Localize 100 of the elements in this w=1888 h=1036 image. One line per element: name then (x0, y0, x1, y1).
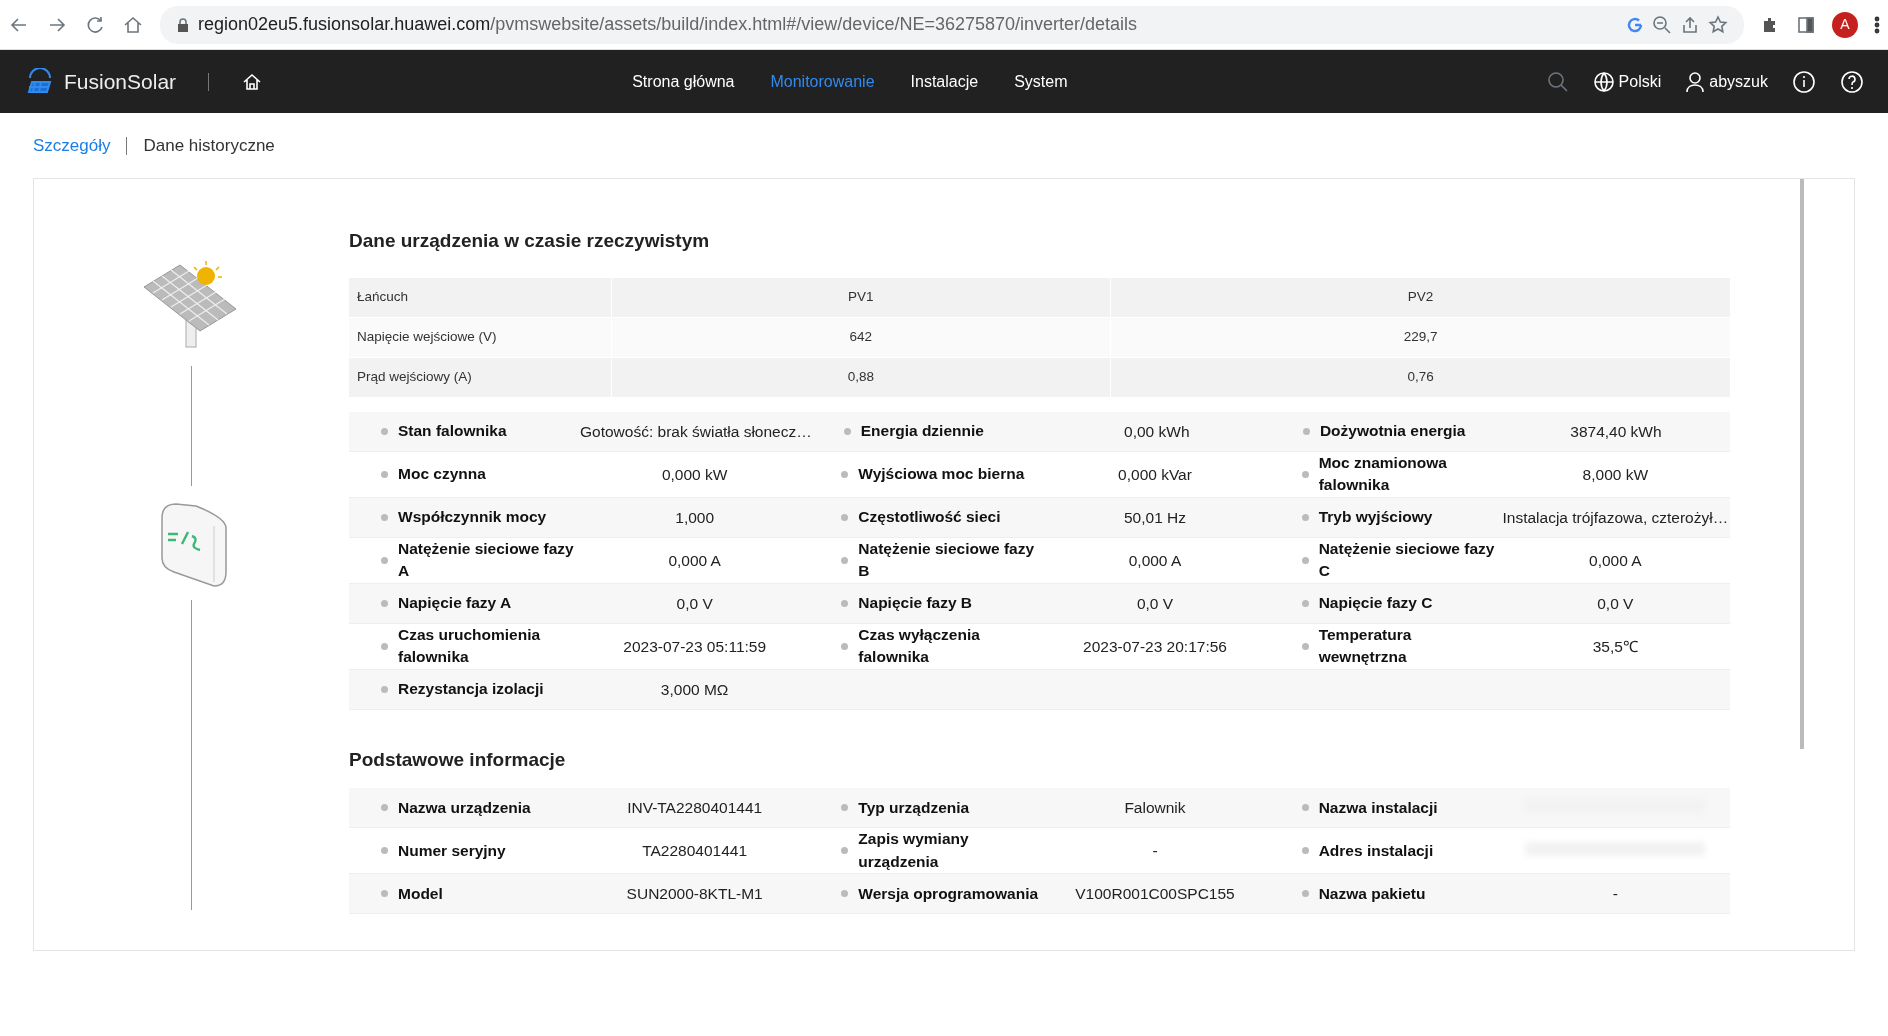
bullet-icon (381, 470, 388, 478)
more-icon[interactable] (1874, 14, 1880, 35)
bullet-icon (381, 513, 388, 521)
bullet-icon (381, 599, 388, 607)
profile-avatar[interactable]: A (1832, 11, 1858, 38)
tab[interactable]: Szczegóły (33, 132, 111, 159)
field-label: Wersja oprogramowania (858, 883, 1040, 904)
field-value: - (1151, 841, 1159, 862)
scrollbar[interactable] (1800, 179, 1804, 749)
bullet-icon (381, 642, 388, 650)
field-label: Natężenie sieciowe fazy A (398, 538, 575, 582)
info-icon[interactable] (1792, 69, 1816, 94)
field-value: INV-TA2280401441 (626, 798, 764, 819)
field-value: TA2280401441 (641, 841, 749, 862)
bullet-icon (843, 428, 851, 435)
table-cell: 229,7 (1110, 317, 1730, 358)
bullet-icon (841, 556, 849, 564)
field-value: Instalacja trójfazowa, czterożył… (1501, 507, 1730, 528)
nav-link[interactable]: System (1000, 69, 1082, 94)
search-icon[interactable] (1546, 70, 1569, 93)
field-label: Częstotliwość sieci (858, 507, 1002, 528)
field-label: Adres instalacji (1318, 840, 1435, 861)
bullet-icon (841, 847, 849, 855)
field-label: Czas uruchomienia falownika (398, 624, 542, 668)
bullet-icon (1301, 599, 1309, 607)
field-value: 0,000 A (667, 550, 722, 571)
bullet-icon (381, 890, 388, 898)
field-label: Zapis wymiany urządzenia (858, 829, 970, 872)
bullet-icon (841, 642, 849, 650)
bullet-icon (1301, 513, 1309, 521)
field-label: Temperatura wewnętrzna (1318, 624, 1413, 668)
field-value: 0,000 A (1588, 550, 1643, 571)
bullet-icon (1302, 428, 1310, 435)
field-label: Rezystancja izolacji (398, 679, 545, 700)
bullet-icon (381, 556, 388, 564)
field-label: Model (398, 883, 444, 904)
bullet-icon (841, 513, 849, 521)
field-label: Dożywotnia energia (1319, 421, 1467, 442)
field-value: Falownik (1123, 798, 1187, 819)
bullet-icon (381, 685, 388, 693)
field-label: Nazwa instalacji (1318, 797, 1439, 818)
bullet-icon (1301, 847, 1309, 855)
sidebar-icon[interactable] (1796, 14, 1816, 35)
table-header-cell: PV2 (1110, 277, 1730, 318)
field-value: 0,0 V (1135, 593, 1175, 614)
table-cell: 642 (611, 317, 1111, 358)
table-cell: 0,88 (611, 357, 1111, 398)
table-header-cell: PV1 (611, 277, 1111, 318)
field-value: 0,000 A (1127, 550, 1183, 571)
help-icon[interactable] (1840, 69, 1864, 94)
nav-link[interactable]: Instalacje (896, 69, 993, 94)
field-value: SUN2000-8KTL-M1 (625, 884, 764, 905)
section-title: Podstawowe informacje (349, 747, 567, 772)
field-value: 3,000 MΩ (659, 679, 730, 700)
field-label: Czas wyłączenia falownika (858, 624, 981, 668)
field-label: Tryb wyjściowy (1318, 507, 1434, 528)
field-label: Nazwa pakietu (1318, 883, 1427, 904)
field-value: 1,000 (674, 507, 716, 528)
brand-name: FusionSolar (64, 68, 177, 95)
field-label: Moc czynna (398, 464, 487, 485)
field-label: Natężenie sieciowe fazy B (858, 538, 1036, 582)
field-value: 2023-07-23 20:17:56 (1082, 636, 1228, 657)
lock-icon (176, 16, 190, 33)
bullet-icon (841, 804, 849, 812)
field-value: 0,00 kWh (1123, 421, 1191, 442)
field-label: Nazwa urządzenia (398, 797, 532, 818)
bullet-icon (381, 804, 388, 812)
field-label: Wyjściowa moc bierna (858, 464, 1026, 485)
nav-link[interactable]: Strona główna (618, 69, 749, 94)
star-icon[interactable] (1708, 14, 1728, 35)
language-button[interactable]: Polski (1592, 69, 1662, 94)
user-icon (1685, 70, 1706, 93)
bullet-icon (1301, 470, 1309, 478)
field-value: 2023-07-23 05:11:59 (622, 636, 768, 657)
google-icon[interactable] (1626, 15, 1644, 34)
table-cell: 0,76 (1110, 357, 1730, 398)
field-label: Napięcie fazy A (398, 593, 513, 614)
field-label: Stan falownika (398, 421, 508, 442)
bullet-icon (1301, 642, 1309, 650)
zoom-icon[interactable] (1652, 14, 1672, 35)
table-header-cell: Łańcuch (349, 277, 611, 318)
field-value: 50,01 Hz (1122, 507, 1187, 528)
bullet-icon (841, 599, 849, 607)
field-value: 0,000 kW (660, 464, 729, 485)
field-label: Współczynnik mocy (398, 507, 548, 528)
user-menu[interactable]: abyszuk (1685, 69, 1768, 94)
nav-link[interactable]: Monitorowanie (756, 69, 889, 94)
field-value: 35,5℃ (1591, 636, 1639, 657)
field-label: Moc znamionowa falownika (1318, 453, 1448, 496)
field-value: Gotowość: brak światła słonecz… (580, 421, 812, 442)
field-value: 0,0 V (1596, 593, 1635, 614)
field-label: Numer seryjny (398, 840, 507, 861)
bullet-icon (1301, 556, 1309, 564)
field-value: 0,000 kVar (1117, 464, 1193, 485)
field-label: Natężenie sieciowe fazy C (1318, 538, 1496, 582)
share-icon[interactable] (1680, 14, 1700, 35)
address-bar[interactable]: region02eu5.fusionsolar.huawei.com/pvmswebsite/assets/build/index.html#/view/device/NE=36275870/inverter/details (160, 5, 1744, 44)
tab[interactable]: Dane historyczne (143, 132, 275, 159)
bullet-icon (381, 847, 388, 855)
bullet-icon (841, 890, 849, 898)
